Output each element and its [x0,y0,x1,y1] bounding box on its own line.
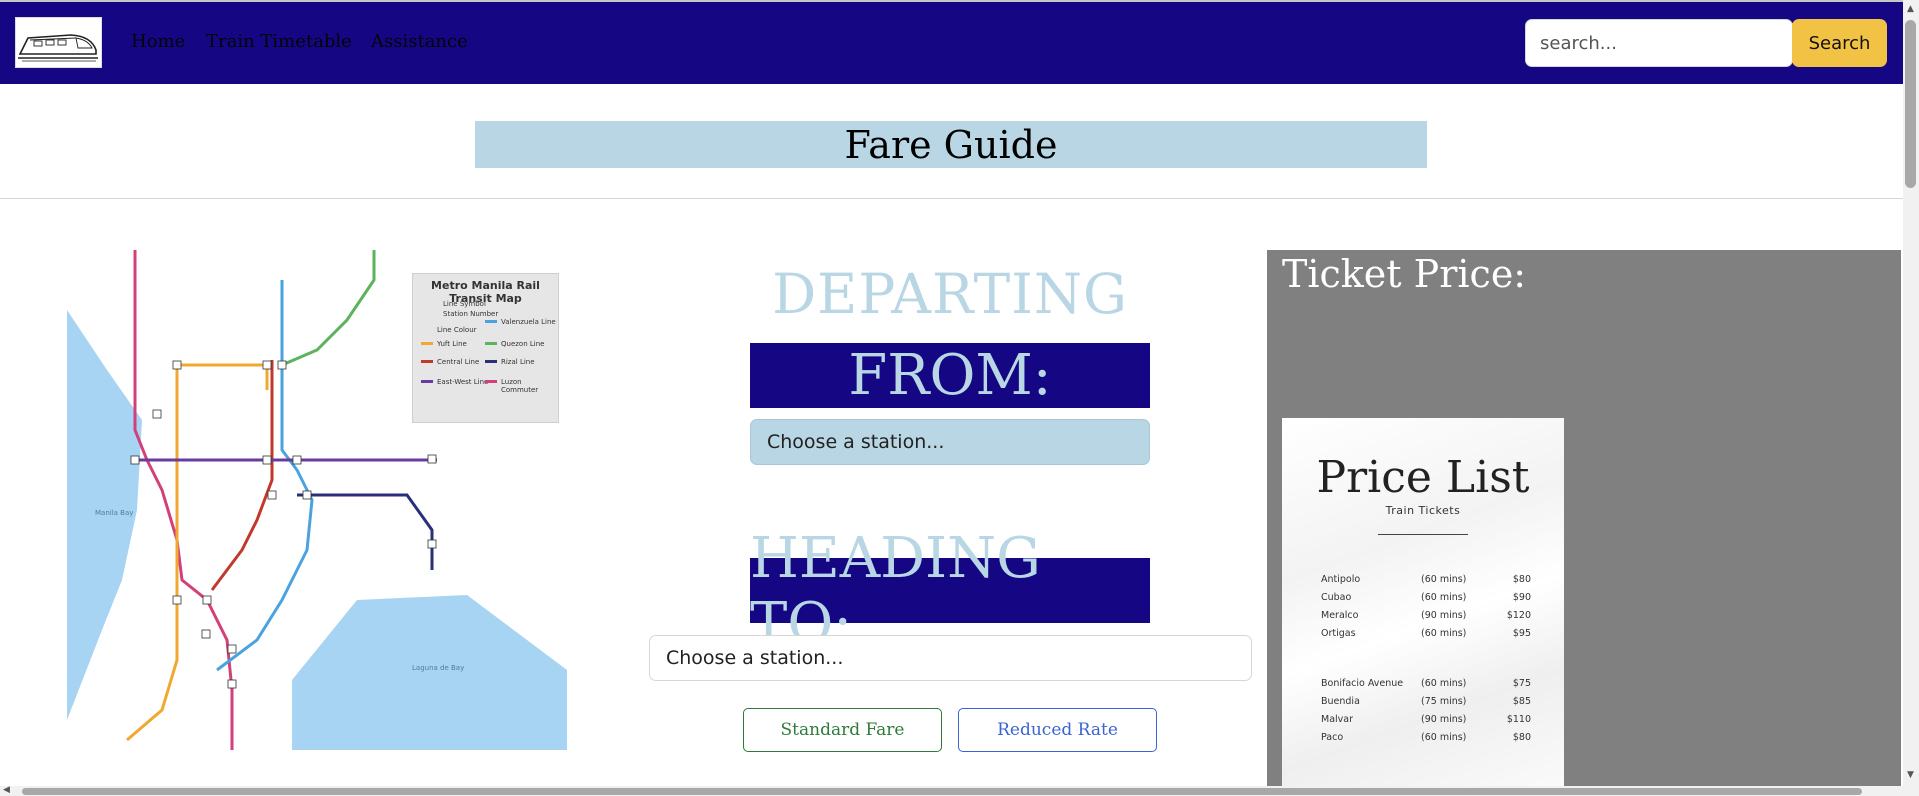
horizontal-scrollbar-thumb[interactable] [22,788,1862,795]
departing-heading: DEPARTING [772,262,1128,326]
to-select-value: Choose a station... [666,647,844,669]
scroll-up-arrow-icon[interactable]: ▲ [1907,4,1914,14]
legend-swatches [421,320,497,383]
price-row: Malvar (90 mins) $110 [1321,714,1531,725]
nav-timetable-link[interactable]: Train Timetable [206,31,352,52]
price-list-subheading: Train Tickets [1385,504,1461,517]
price-row: Antipolo (60 mins) $80 [1321,574,1531,585]
manila-bay-label: Manila Bay [95,509,133,517]
price-list-divider [1378,534,1468,535]
price-list-image: Price List Train Tickets Antipolo (60 min… [1282,418,1564,786]
navbar: Home Train Timetable Assistance Search [0,2,1903,84]
price-list-heading: Price List [1316,452,1530,503]
heading-to-label: HEADING TO: [750,526,1150,656]
nav-home-link[interactable]: Home [131,31,185,52]
reduced-rate-button[interactable]: Reduced Rate [958,708,1157,752]
price-row: Cubao (60 mins) $90 [1321,592,1531,603]
ticket-price-title: Ticket Price: [1282,252,1527,296]
scroll-left-arrow-icon[interactable]: ◀ [3,785,10,795]
from-label: FROM: [750,343,1150,408]
map-legend: Metro Manila Rail Transit Map Line Symbo… [412,273,559,423]
rail-transit-map: Manila Bay Laguna de Bay Metro Manila Ra… [67,250,567,750]
standard-fare-button[interactable]: Standard Fare [743,708,942,752]
header-divider [0,198,1903,199]
search-button[interactable]: Search [1792,19,1887,67]
train-logo-icon[interactable] [15,17,102,68]
laguna-bay-label: Laguna de Bay [412,664,464,672]
price-row: Buendia (75 mins) $85 [1321,696,1531,707]
from-select-value: Choose a station... [767,431,945,453]
vertical-scrollbar-thumb[interactable] [1905,20,1916,188]
scroll-down-arrow-icon[interactable]: ▼ [1907,770,1914,780]
ticket-price-panel: Ticket Price: Price List Train Tickets A… [1267,250,1901,786]
price-row: Paco (60 mins) $80 [1321,732,1531,743]
from-station-select[interactable]: Choose a station... [750,419,1150,465]
price-row: Meralco (90 mins) $120 [1321,610,1531,621]
page-title: Fare Guide [475,121,1427,168]
to-station-select[interactable]: Choose a station... [649,635,1252,681]
price-row: Ortigas (60 mins) $95 [1321,628,1531,639]
search-input[interactable] [1525,19,1793,67]
price-row: Bonifacio Avenue (60 mins) $75 [1321,678,1531,689]
nav-assistance-link[interactable]: Assistance [371,31,468,52]
